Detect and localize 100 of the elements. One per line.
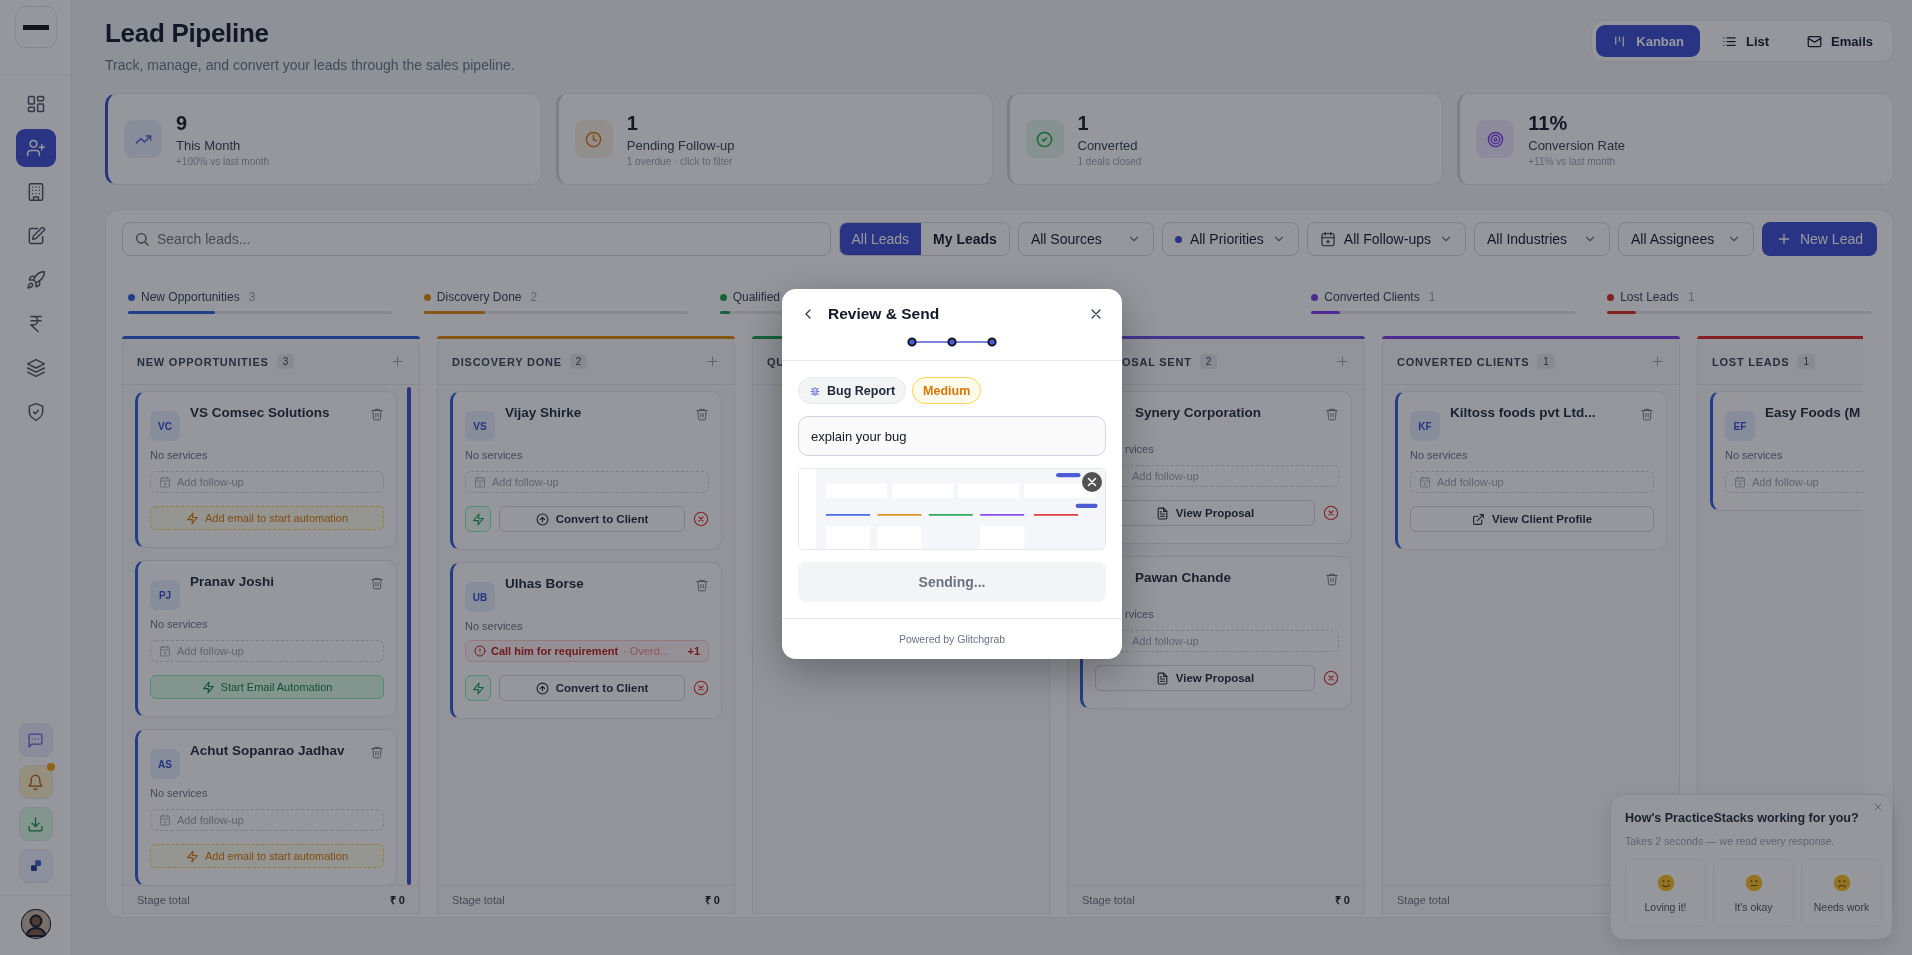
lead-name: Pranav Joshi (190, 574, 276, 589)
scope-tab[interactable]: All Leads (839, 223, 922, 255)
target-icon (1486, 130, 1504, 148)
logo-icon[interactable] (14, 6, 57, 48)
stat-value: 1 (1077, 111, 1090, 135)
bolt-icon (185, 849, 199, 863)
arrow-up-circle-icon (535, 681, 549, 695)
filter-dropdown[interactable]: All Sources (1017, 222, 1154, 256)
lead-card[interactable]: UB Ulhas Borse No services Call him for requirement · Overd... +1 Convert to Client (450, 562, 722, 719)
automation-button[interactable] (465, 506, 491, 532)
services-text: No services (1410, 449, 1469, 461)
trash-icon[interactable] (695, 578, 709, 592)
column-title: OSAL SENT (1122, 355, 1192, 368)
trash-icon[interactable] (1640, 407, 1654, 421)
services-text: No services (465, 449, 524, 461)
view-tab[interactable]: List (1705, 25, 1786, 57)
services-text: rvices (1124, 608, 1155, 620)
scrollbar[interactable] (407, 387, 411, 885)
calendar-icon (159, 814, 171, 826)
stage-label: New Opportunities (141, 290, 240, 304)
column-count: 3 (276, 354, 295, 369)
lead-name: Kiltoss foods pvt Ltd... (1450, 405, 1597, 420)
feedback-title: How's PracticeStacks working for you? (1625, 811, 1860, 825)
stage-label: Converted Clients (1324, 290, 1420, 304)
add-icon[interactable] (1335, 354, 1350, 369)
trash-icon[interactable] (1325, 407, 1339, 421)
bolt-icon (185, 511, 199, 525)
convert-button[interactable]: Convert to Client (499, 675, 685, 701)
initials-avatar: KF (1410, 411, 1440, 441)
feedback-option[interactable]: It's okay (1713, 859, 1794, 927)
description-field[interactable]: explain your bug (798, 416, 1106, 456)
stage-label: Qualified (732, 290, 781, 304)
trash-icon[interactable] (1325, 572, 1339, 586)
user-avatar[interactable] (20, 909, 51, 939)
calendar-icon (1734, 476, 1746, 488)
column-title: NEW OPPORTUNITIES (137, 355, 269, 368)
trash-icon[interactable] (370, 576, 384, 590)
convert-button[interactable]: Convert to Client (499, 506, 685, 532)
calendar-icon (159, 476, 171, 488)
close-circle-icon[interactable] (1323, 505, 1339, 521)
initials-avatar: AS (150, 749, 180, 779)
stage-total-label: Stage total (452, 893, 505, 906)
column-title: DISCOVERY DONE (452, 355, 562, 368)
start-automation-button[interactable]: Start Email Automation (150, 675, 384, 699)
view-proposal-button[interactable]: View Proposal (1095, 665, 1315, 691)
calendar-icon (474, 476, 486, 488)
lead-name: Pawan Chande (1135, 570, 1233, 585)
new-lead-button[interactable]: New Lead (1761, 222, 1877, 256)
priority-tag: Medium (912, 377, 982, 404)
neutral-face-icon (1743, 873, 1764, 893)
add-icon[interactable] (390, 354, 405, 369)
apps-button[interactable] (18, 849, 53, 883)
close-circle-icon[interactable] (1323, 670, 1339, 686)
bolt-icon (471, 681, 485, 695)
close-icon (1085, 475, 1099, 489)
view-tab[interactable]: Emails (1791, 25, 1889, 57)
view-profile-button[interactable]: View Client Profile (1410, 506, 1654, 532)
alert-extra-count: +1 (687, 645, 700, 657)
document-icon (1155, 506, 1169, 520)
alert-note: · Overd... (623, 645, 669, 657)
column-title: LOST LEADS (1712, 355, 1790, 368)
lead-name: VS Comsec Solutions (190, 405, 331, 420)
close-circle-icon[interactable] (693, 511, 709, 527)
column-count: 2 (1199, 354, 1218, 369)
filter-dropdown[interactable]: All Priorities (1161, 222, 1299, 256)
trash-icon[interactable] (695, 407, 709, 421)
lead-name: Synery Corporation (1135, 405, 1263, 420)
automation-button[interactable] (465, 675, 491, 701)
notifications-button[interactable] (18, 765, 53, 799)
sidebar-item[interactable] (15, 129, 56, 167)
sad-face-icon (1831, 873, 1852, 893)
rocket-icon (25, 270, 46, 290)
add-icon[interactable] (705, 354, 720, 369)
chat-button[interactable] (18, 723, 53, 757)
overdue-alert[interactable]: Call him for requirement · Overd... +1 (465, 640, 709, 662)
view-tab[interactable]: Kanban (1596, 25, 1700, 57)
user-plus-icon (25, 138, 46, 158)
add-icon[interactable] (1650, 354, 1665, 369)
feedback-option[interactable]: Loving it! (1625, 859, 1706, 927)
column-count: 1 (1537, 354, 1555, 369)
services-text: No services (465, 620, 524, 632)
trash-icon[interactable] (370, 745, 384, 759)
bolt-icon (471, 512, 485, 526)
initials-avatar: EF (1725, 411, 1755, 441)
filter-dropdown[interactable]: All Industries (1473, 222, 1610, 256)
feedback-option[interactable]: Needs work (1801, 859, 1882, 927)
filter-dropdown[interactable]: All Follow-ups (1306, 222, 1466, 256)
filter-dropdown[interactable]: All Assignees (1617, 222, 1754, 256)
lead-name: Ulhas Borse (505, 576, 585, 591)
stage-total-label: Stage total (1082, 893, 1135, 906)
download-button[interactable] (18, 807, 53, 841)
stage-total-amount: ₹ 0 (1334, 893, 1350, 907)
close-circle-icon[interactable] (693, 680, 709, 696)
document-icon (1155, 671, 1169, 685)
column-count: 2 (569, 354, 588, 369)
search-field[interactable]: Search leads... (122, 222, 831, 256)
services-text: No services (150, 787, 209, 799)
stat-value: 11% (1528, 111, 1569, 135)
services-text: No services (150, 618, 209, 630)
trash-icon[interactable] (370, 407, 384, 421)
